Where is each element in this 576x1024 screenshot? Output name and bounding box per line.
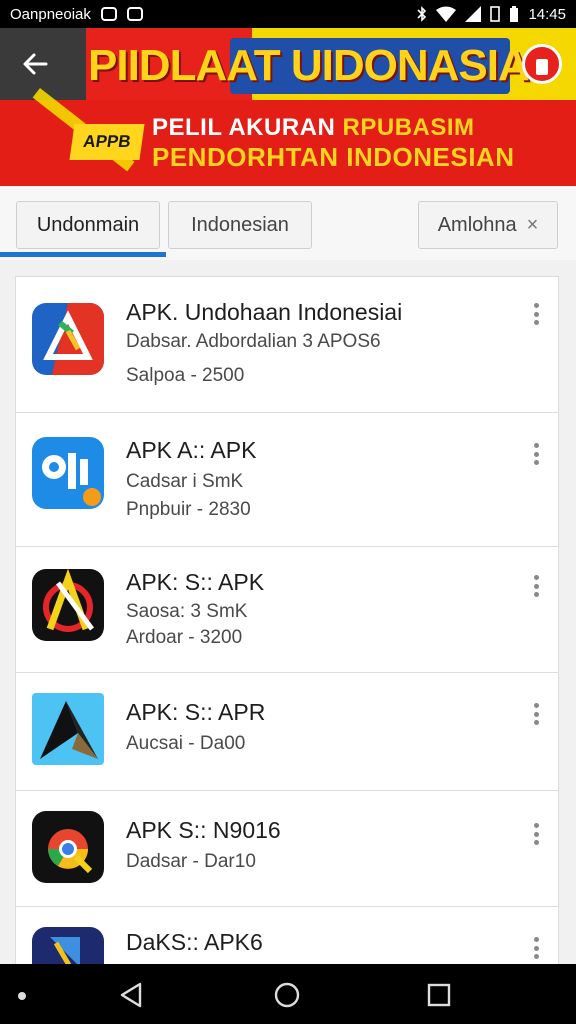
header-banner: PIIDLAAT UIDONASIAI APPB PELIL AKURAN RP…	[0, 28, 576, 186]
status-icons: 14:45	[417, 6, 566, 23]
app-detail: Dadsar - Dar10	[126, 851, 256, 872]
more-options-icon[interactable]	[528, 571, 544, 601]
app-list: APK. Undohaan Indonesiai Dabsar. Adborda…	[15, 276, 559, 966]
black-a-icon	[32, 569, 104, 641]
status-bar: Oanpneoiak 14:45	[0, 0, 576, 28]
app-detail: Dabsar. Adbordalian 3 APOS6	[126, 331, 381, 352]
signal-icon	[465, 6, 482, 22]
tab-label: Indonesian	[191, 213, 289, 236]
more-options-icon[interactable]	[528, 299, 544, 329]
tab-label: Amlohna	[437, 213, 517, 236]
carrier-label: Oanpneoiak	[10, 5, 91, 23]
banner-line-1-yellow: RPUBASIM	[342, 114, 475, 141]
list-item[interactable]: APK S:: N9016 Dadsar - Dar10	[16, 791, 558, 907]
clock: 14:45	[528, 5, 566, 23]
tab-bar: Undonmain Indonesian Amlohna ×	[0, 186, 576, 260]
light-blue-arrow-icon	[32, 693, 104, 765]
app-detail: Saosa: 3 SmK	[126, 601, 248, 622]
nav-home-button[interactable]	[272, 980, 302, 1010]
app-name: APK S:: N9016	[126, 817, 281, 843]
list-item[interactable]: APK: S:: APR Aucsai - Da00	[16, 673, 558, 791]
dark-blue-doc-icon	[32, 927, 104, 965]
tab-amlohna[interactable]: Amlohna ×	[418, 201, 558, 249]
list-item[interactable]: APK: S:: APK Saosa: 3 SmK Ardoar - 3200	[16, 547, 558, 673]
tab-label: Undonmain	[36, 213, 140, 236]
chrome-like-icon	[32, 811, 104, 883]
banner-title: PIIDLAAT UIDONASIAI	[88, 41, 541, 90]
more-options-icon[interactable]	[528, 699, 544, 729]
banner-line-2: PENDORHTAN INDONESIAN	[152, 142, 515, 172]
app-detail-2: Salpoa - 2500	[126, 365, 245, 386]
back-arrow-icon	[23, 53, 48, 75]
triangle-red-blue-icon	[32, 303, 104, 375]
app-name: APK. Undohaan Indonesiai	[126, 299, 403, 325]
app-name: APK A:: APK	[126, 437, 257, 463]
blue-tools-icon	[32, 437, 104, 509]
recents-square-icon	[427, 983, 451, 1007]
wifi-icon	[436, 6, 457, 22]
list-item[interactable]: DaKS:: APK6	[16, 907, 558, 965]
nav-back-button[interactable]	[116, 980, 146, 1010]
sim-icon	[490, 6, 501, 22]
active-tab-indicator	[0, 252, 166, 257]
tab-undonmain[interactable]: Undonmain	[16, 201, 160, 249]
list-item[interactable]: APK. Undohaan Indonesiai Dabsar. Adborda…	[16, 277, 558, 413]
banner-line-1: PELIL AKURAN RPUBASIM	[152, 114, 475, 142]
close-icon[interactable]: ×	[527, 214, 539, 237]
more-options-icon[interactable]	[528, 819, 544, 849]
app-detail: Aucsai - Da00	[126, 733, 246, 754]
app-name: APK: S:: APK	[126, 569, 265, 595]
banner-badge: APPB	[69, 124, 145, 160]
app-detail: Cadsar i SmK	[126, 471, 244, 492]
app-name: DaKS:: APK6	[126, 929, 263, 955]
battery-icon	[510, 6, 519, 22]
navigation-bar	[0, 964, 576, 1024]
tab-indonesian[interactable]: Indonesian	[168, 201, 312, 249]
dot-icon	[18, 992, 26, 1000]
home-circle-icon	[274, 982, 300, 1008]
back-triangle-icon	[120, 982, 142, 1008]
app-detail-2: Pnpbuir - 2830	[126, 499, 251, 520]
notification-icon-2	[126, 7, 143, 21]
bluetooth-icon	[417, 6, 427, 22]
app-name: APK: S:: APR	[126, 699, 266, 725]
more-options-icon[interactable]	[528, 933, 544, 963]
list-item[interactable]: APK A:: APK Cadsar i SmK Pnpbuir - 2830	[16, 413, 558, 547]
brand-logo-icon	[522, 44, 562, 84]
notification-icon	[100, 7, 117, 21]
banner-line-1-white: PELIL AKURAN	[152, 114, 336, 141]
nav-recents-button[interactable]	[424, 980, 454, 1010]
more-options-icon[interactable]	[528, 439, 544, 469]
app-detail-2: Ardoar - 3200	[126, 627, 243, 648]
back-button[interactable]	[14, 46, 56, 82]
